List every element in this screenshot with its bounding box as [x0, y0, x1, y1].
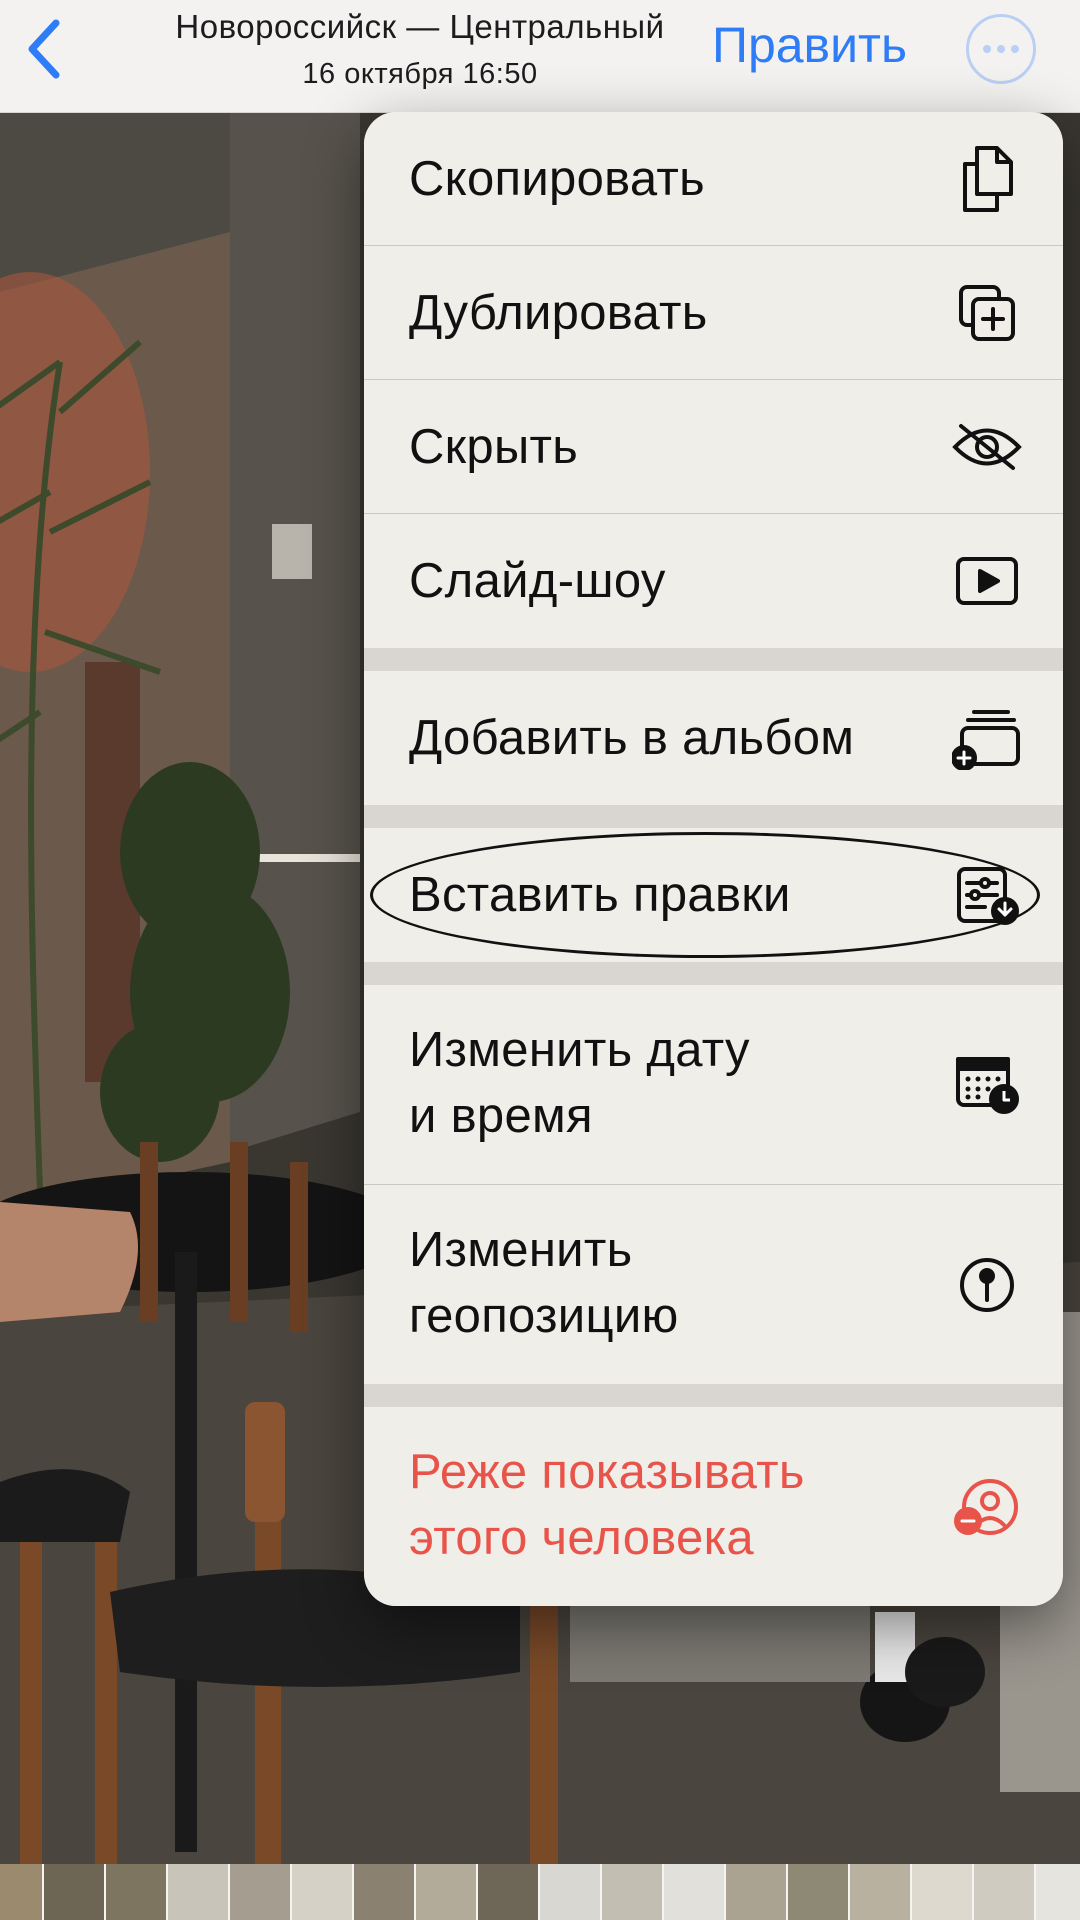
ellipsis-circle-icon	[980, 45, 1022, 53]
filmstrip-thumbnail[interactable]	[1036, 1864, 1080, 1920]
menu-item-add-to-album[interactable]: Добавить в альбом	[364, 671, 1063, 805]
menu-item-label-line1: Изменить	[409, 1223, 633, 1277]
photo-datetime: 16 октября 16:50	[302, 58, 538, 90]
eye-slash-icon	[951, 411, 1023, 483]
filmstrip-thumbnail[interactable]	[230, 1864, 292, 1920]
filmstrip-thumbnail[interactable]	[416, 1864, 478, 1920]
more-options-button[interactable]	[966, 14, 1036, 84]
back-button[interactable]	[14, 14, 74, 84]
copy-icon	[951, 143, 1023, 215]
edit-button[interactable]: Править	[712, 16, 907, 74]
menu-item-change-date-time[interactable]: Изменить дату и время	[364, 985, 1063, 1184]
filmstrip-thumbnail[interactable]	[912, 1864, 974, 1920]
play-rectangle-icon	[951, 545, 1023, 617]
menu-item-label-line2: и время	[409, 1089, 593, 1143]
menu-item-copy[interactable]: Скопировать	[364, 112, 1063, 245]
menu-item-label-line2: геопозицию	[409, 1289, 679, 1343]
filmstrip-thumbnail[interactable]	[788, 1864, 850, 1920]
annotation-ellipse	[370, 832, 1040, 958]
menu-item-label: Скрыть	[409, 419, 579, 474]
filmstrip-thumbnail[interactable]	[168, 1864, 230, 1920]
menu-item-label: Реже показывать этого человека	[409, 1439, 805, 1571]
filmstrip-thumbnail[interactable]	[106, 1864, 168, 1920]
filmstrip-thumbnail[interactable]	[44, 1864, 106, 1920]
menu-item-label-line1: Реже показывать	[409, 1445, 805, 1499]
photo-location-title: Новороссийск — Центральный	[175, 8, 665, 45]
menu-item-change-location[interactable]: Изменить геопозицию	[364, 1185, 1063, 1384]
top-nav-bar: Новороссийск — Центральный 16 октября 16…	[0, 0, 1080, 113]
menu-item-label: Скопировать	[409, 151, 705, 206]
calendar-clock-icon	[951, 1049, 1023, 1121]
filmstrip-thumbnail[interactable]	[478, 1864, 540, 1920]
menu-item-label: Изменить дату и время	[409, 1017, 750, 1149]
filmstrip-thumbnail[interactable]	[974, 1864, 1036, 1920]
duplicate-icon	[951, 277, 1023, 349]
filmstrip-thumbnail[interactable]	[540, 1864, 602, 1920]
menu-item-label: Изменить геопозицию	[409, 1217, 679, 1349]
filmstrip-thumbnail[interactable]	[850, 1864, 912, 1920]
menu-item-hide[interactable]: Скрыть	[364, 380, 1063, 513]
filmstrip-thumbnail[interactable]	[664, 1864, 726, 1920]
location-pin-icon	[951, 1249, 1023, 1321]
filmstrip-thumbnail[interactable]	[292, 1864, 354, 1920]
menu-item-feature-person-less[interactable]: Реже показывать этого человека	[364, 1407, 1063, 1606]
add-to-album-icon	[951, 702, 1023, 774]
menu-item-label: Слайд-шоу	[409, 554, 666, 608]
menu-item-label-line2: этого человека	[409, 1511, 754, 1565]
person-minus-icon	[951, 1471, 1023, 1543]
filmstrip-thumbnail[interactable]	[726, 1864, 788, 1920]
menu-item-label-line1: Изменить дату	[409, 1023, 750, 1077]
menu-item-slideshow[interactable]: Слайд-шоу	[364, 514, 1063, 648]
menu-item-label: Добавить в альбом	[409, 711, 855, 765]
chevron-left-icon	[28, 19, 60, 79]
filmstrip-thumbnail[interactable]	[602, 1864, 664, 1920]
filmstrip-thumbnail[interactable]	[0, 1864, 44, 1920]
photo-filmstrip	[0, 1864, 1080, 1920]
menu-item-duplicate[interactable]: Дублировать	[364, 246, 1063, 379]
menu-item-label: Дублировать	[409, 285, 708, 340]
filmstrip-thumbnail[interactable]	[354, 1864, 416, 1920]
